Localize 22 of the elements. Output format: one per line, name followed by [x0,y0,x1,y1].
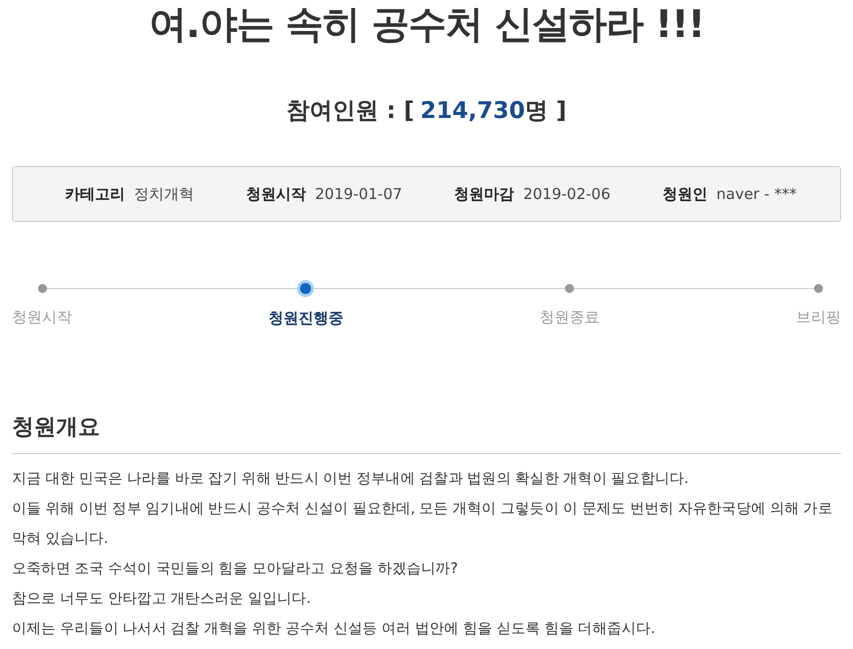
body-paragraph: 참으로 너무도 안타깝고 개탄스러운 일입니다. [12,590,312,609]
body-paragraph: 이들 위해 이번 정부 임기내에 반드시 공수처 신설이 필요한데, 모든 개혁이 그렇듯이 이 문제도 번번히 자유한국당에 의해 가로막혀 있습니다. [12,500,834,549]
step-label: 브리핑 [796,307,841,327]
section-heading: 청원개요 [12,413,841,454]
info-value: 2019-02-06 [523,184,610,202]
info-value: 2019-01-07 [315,184,402,202]
info-value: 정치개혁 [134,184,194,204]
participants-label: 참여인원 : [ [286,98,414,124]
info-label: 카테고리 [65,184,125,204]
participants-count: 214,730 [420,98,525,124]
info-value: naver - *** [716,184,797,202]
body-paragraph: 이제는 우리들이 나서서 검찰 개혁을 위한 공수처 신설등 여러 법안에 힘을 싣도록 힘을 더해줍시다. [12,620,656,639]
info-label: 청원인 [662,184,708,204]
body-paragraph: 지금 대한 민국은 나라를 바로 잡기 위해 반드시 이번 정부내에 검찰과 법원의 확실한 개혁이 필요합니다. [12,470,690,489]
info-label: 청원마감 [454,184,514,204]
step-label: 청원종료 [540,307,600,327]
step-label: 청원진행중 [268,308,344,328]
petition-title: 여.야는 속히 공수처 신설하라 !!! [148,1,706,46]
info-label: 청원시작 [246,184,306,204]
body-paragraph: 오죽하면 조국 수석이 국민들의 힘을 모아달라고 요청을 하겠습니까? [12,560,459,579]
step-label: 청원시작 [12,307,72,327]
participants-unit: 명 ] [524,98,567,124]
